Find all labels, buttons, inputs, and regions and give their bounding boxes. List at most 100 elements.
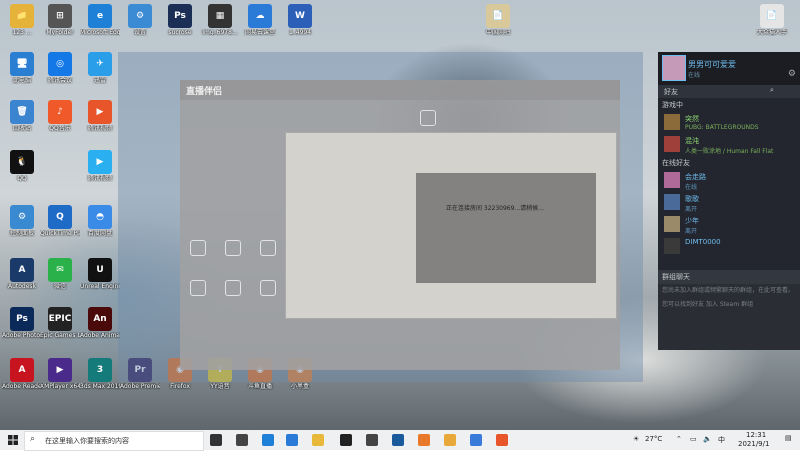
desktop-icon-label: 微信 (53, 283, 66, 290)
desktop-icon[interactable]: ♪ QQ音乐 (40, 100, 80, 132)
avatar[interactable] (662, 55, 686, 81)
friend-row[interactable]: 混沌 人类一败涂地 / Human Fall Flat (658, 134, 800, 156)
ingame-header: 游戏中 (662, 101, 683, 109)
friend-row[interactable]: 歌歌 离开 (658, 192, 800, 214)
app-icon: ⊞ (48, 4, 72, 28)
search-icon[interactable]: ⌕ (770, 86, 774, 95)
desktop-icon-label: QuickTime Player (40, 230, 80, 237)
close-icon[interactable] (420, 110, 436, 126)
mail-icon[interactable] (286, 434, 298, 446)
tool-icon[interactable] (260, 240, 276, 256)
window-titlebar[interactable]: 直播伴侣 (180, 80, 620, 100)
desktop-icon[interactable]: PsAdobe Photoshop (2, 307, 42, 339)
friend-avatar (664, 238, 680, 254)
tool-icon[interactable] (190, 240, 206, 256)
weather-text[interactable]: 27°C (645, 435, 662, 443)
desktop-icon[interactable]: EPICEpic Games Launcher (40, 307, 80, 339)
desktop-icon[interactable]: ◓ 百度网盘 (80, 205, 120, 237)
tool-icon[interactable] (225, 280, 241, 296)
live-streaming-window[interactable]: 直播伴侣 正在连接房间 32230969...请稍候... (180, 80, 620, 370)
desktop-icon[interactable]: ✈ 迅雷 (80, 52, 120, 84)
friend-row[interactable]: 突然 PUBG: BATTLEGROUNDS (658, 112, 800, 134)
desktop-icon[interactable]: 📄 大众猫人手 (752, 4, 792, 36)
desktop-icon-label: QQ音乐 (49, 125, 71, 132)
edge-icon[interactable] (262, 434, 274, 446)
network-icon[interactable]: ▭ (690, 435, 697, 443)
friend-row[interactable]: 少年 离开 (658, 214, 800, 236)
desktop-icon[interactable]: e Microsoft Edge (80, 4, 120, 36)
desktop-icon-label: XMPlayer x64 (40, 383, 80, 390)
desktop-icon-label: 3ds Max 2019 (80, 383, 120, 390)
input-language[interactable]: 中 (718, 435, 725, 445)
group-chat-header[interactable]: 群组聊天 (658, 270, 800, 284)
desktop-icon[interactable]: 📄 中国网吧 (478, 4, 518, 36)
app-icon[interactable] (418, 434, 430, 446)
friend-row[interactable]: DIMT0000 (658, 236, 800, 258)
app-icon: ▦ (208, 4, 232, 28)
desktop-icon[interactable]: ▶ 腾讯视频 (80, 150, 120, 182)
desktop-icon-label: YY语音 (210, 383, 230, 390)
desktop-icon-label: 123 ... (12, 29, 32, 36)
username[interactable]: 男男可可爱爱 (688, 59, 736, 70)
volume-icon[interactable]: 🔈 (703, 435, 712, 443)
desktop-icon-label: Adobe Reader XI (2, 383, 42, 390)
task-view-icon[interactable] (210, 434, 222, 446)
friend-name: 会走路 (685, 173, 706, 181)
app-icon: U (88, 258, 112, 282)
app-icon: ◓ (88, 205, 112, 229)
desktop-icon[interactable]: 🐧 QQ (2, 150, 42, 182)
desktop-icon[interactable]: 🗑 回收站 (2, 100, 42, 132)
friends-search-bar[interactable]: 好友 ⌕ (658, 85, 800, 98)
clock-date[interactable]: 2021/9/1 (738, 440, 769, 448)
desktop-icon[interactable]: QQuickTime Player (40, 205, 80, 237)
desktop-icon[interactable]: ▶ 腾讯视频 (80, 100, 120, 132)
desktop-icon[interactable]: W 1_4994 (280, 4, 320, 36)
taskbar-search-input[interactable]: ⌕ 在这里输入你要搜索的内容 (24, 431, 204, 451)
desktop-icon[interactable]: AnAdobe Animate (80, 307, 120, 339)
file-explorer-icon[interactable] (236, 434, 248, 446)
weather-sun-icon: ☀ (633, 435, 640, 443)
tool-icon[interactable] (225, 240, 241, 256)
desktop-icon[interactable]: 📁 123 ... (2, 4, 42, 36)
desktop-icon[interactable]: U Unreal Engine (80, 258, 120, 290)
desktop-icon[interactable]: ☁ 网易云课堂 (240, 4, 280, 36)
clock-time[interactable]: 12:31 (746, 431, 766, 439)
desktop-icon[interactable]: ◎ 腾讯会议 (40, 52, 80, 84)
desktop-icon[interactable]: A Autodesk (2, 258, 42, 290)
tool-icon[interactable] (190, 280, 206, 296)
desktop-icon[interactable]: ⊞ MyFolder (40, 4, 80, 36)
desktop-icon[interactable]: Ps sucrose (160, 4, 200, 36)
tool-icon[interactable] (260, 280, 276, 296)
app-icon: Ps (168, 4, 192, 28)
desktop-icon[interactable]: 🖥 此电脑 (2, 52, 42, 84)
app-icon: e (88, 4, 112, 28)
desktop-icon[interactable]: ▦ img_6978... (200, 4, 240, 36)
media-icon[interactable] (340, 434, 352, 446)
steam-icon[interactable] (392, 434, 404, 446)
desktop-icon[interactable]: ▶ XMPlayer x64 (40, 358, 80, 390)
desktop-icon[interactable]: ⚙ 设置 (120, 4, 160, 36)
friend-row[interactable]: 会走路 在线 (658, 170, 800, 192)
app-icon[interactable] (444, 434, 456, 446)
desktop-icon[interactable]: ✉ 微信 (40, 258, 80, 290)
app-icon: ☁ (248, 4, 272, 28)
notification-icon[interactable]: ▤ (785, 434, 792, 442)
folder-icon[interactable] (312, 434, 324, 446)
app-icon[interactable] (366, 434, 378, 446)
app-icon[interactable] (496, 434, 508, 446)
app-icon: An (88, 307, 112, 331)
app-icon[interactable] (470, 434, 482, 446)
group-join-text[interactable]: 您可以找到好友 加入 Steam 群组 (658, 297, 800, 310)
gear-icon[interactable]: ⚙ (788, 69, 796, 79)
steam-friends-panel[interactable]: 男男可可爱爱 在线 ⚙ 好友 ⌕ 游戏中 突然 PUBG: BATTLEGROUN… (658, 52, 800, 350)
app-icon: ▶ (88, 150, 112, 174)
app-icon: ⚙ (128, 4, 152, 28)
friend-status: 在线 (685, 184, 698, 191)
desktop-icon[interactable]: 3 3ds Max 2019 (80, 358, 120, 390)
desktop-icon[interactable]: ⚙ 控制面板 (2, 205, 42, 237)
friend-avatar (664, 114, 680, 130)
desktop-icon-label: Autodesk (7, 283, 37, 290)
desktop-icon[interactable]: AAdobe Reader XI (2, 358, 42, 390)
tray-chevron-icon[interactable]: ⌃ (676, 435, 682, 443)
windows-start-icon[interactable] (8, 435, 18, 445)
